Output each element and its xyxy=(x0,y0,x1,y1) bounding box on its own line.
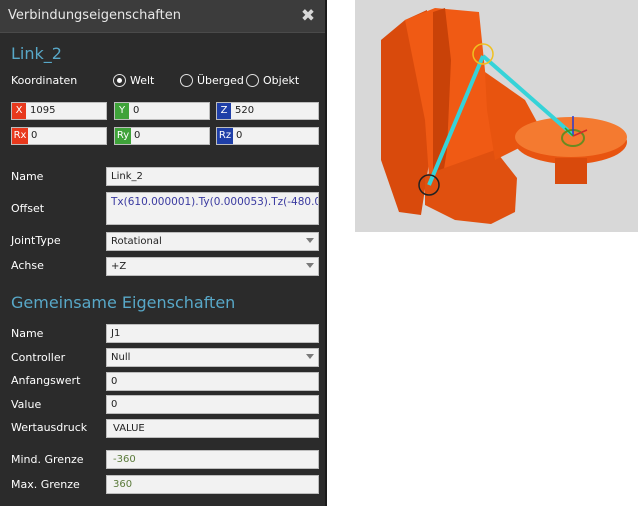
offset-label: Offset xyxy=(11,202,45,215)
properties-panel: Verbindungseigenschaften ✖ Link_2 Koordi… xyxy=(0,0,327,506)
max-limit-label: Max. Grenze xyxy=(11,478,80,491)
radio-object-label: Objekt xyxy=(263,74,300,87)
radio-world-indicator xyxy=(113,74,126,87)
axis-value: +Z xyxy=(111,261,127,272)
common-section-title: Gemeinsame Eigenschaften xyxy=(11,293,236,312)
coordinates-label: Koordinaten xyxy=(11,74,78,87)
name-input[interactable]: Link_2 xyxy=(106,167,319,186)
jointtype-label: JointType xyxy=(11,234,61,247)
rz-tag: Rz xyxy=(217,128,233,144)
max-limit-input[interactable]: 360 xyxy=(106,475,319,494)
x-tag: X xyxy=(12,103,26,119)
link-section-title: Link_2 xyxy=(11,44,62,63)
value-label: Value xyxy=(11,398,42,411)
expression-input[interactable]: VALUE xyxy=(106,419,319,438)
min-limit-label: Mind. Grenze xyxy=(11,453,84,466)
ry-value: 0 xyxy=(134,130,141,141)
x-value: 1095 xyxy=(30,105,56,116)
ry-tag: Ry xyxy=(115,128,131,144)
rx-tag: Rx xyxy=(12,128,28,144)
z-field[interactable]: Z 520 xyxy=(216,102,319,120)
z-tag: Z xyxy=(217,103,231,119)
rz-field[interactable]: Rz 0 xyxy=(216,127,319,145)
rx-value: 0 xyxy=(31,130,38,141)
chevron-down-icon xyxy=(306,238,314,243)
chevron-down-icon xyxy=(306,263,314,268)
close-icon[interactable]: ✖ xyxy=(298,6,318,26)
controller-label: Controller xyxy=(11,351,66,364)
radio-parent-indicator xyxy=(180,74,193,87)
common-name-label: Name xyxy=(11,327,44,340)
jointtype-value: Rotational xyxy=(111,236,162,247)
radio-parent[interactable]: Überged xyxy=(180,74,244,87)
chevron-down-icon xyxy=(306,354,314,359)
window-title: Verbindungseigenschaften xyxy=(8,8,181,23)
initial-input[interactable]: 0 xyxy=(106,372,319,391)
value-input[interactable]: 0 xyxy=(106,395,319,414)
y-tag: Y xyxy=(115,103,129,119)
rx-field[interactable]: Rx 0 xyxy=(11,127,107,145)
min-limit-input[interactable]: -360 xyxy=(106,450,319,469)
axis-select[interactable]: +Z xyxy=(106,257,319,276)
radio-world-label: Welt xyxy=(130,74,155,87)
ry-field[interactable]: Ry 0 xyxy=(114,127,210,145)
3d-viewport[interactable] xyxy=(355,0,638,232)
name-label: Name xyxy=(11,170,44,183)
jointtype-select[interactable]: Rotational xyxy=(106,232,319,251)
radio-object-indicator xyxy=(246,74,259,87)
controller-select[interactable]: Null xyxy=(106,348,319,367)
robot-model xyxy=(381,8,627,224)
radio-object[interactable]: Objekt xyxy=(246,74,299,87)
offset-input[interactable]: Tx(610.000001).Ty(0.000053).Tz(-480.0000… xyxy=(106,192,319,225)
controller-value: Null xyxy=(111,352,131,363)
z-value: 520 xyxy=(235,105,255,116)
y-field[interactable]: Y 0 xyxy=(114,102,210,120)
radio-parent-label: Überged xyxy=(197,74,244,87)
initial-label: Anfangswert xyxy=(11,374,81,387)
radio-world[interactable]: Welt xyxy=(113,74,154,87)
rz-value: 0 xyxy=(236,130,243,141)
y-value: 0 xyxy=(133,105,140,116)
expression-label: Wertausdruck xyxy=(11,421,88,434)
model-turntable-base xyxy=(555,158,587,184)
titlebar: Verbindungseigenschaften ✖ xyxy=(0,0,325,33)
common-name-input[interactable]: J1 xyxy=(106,324,319,343)
model-turntable-top xyxy=(515,117,627,157)
axis-label: Achse xyxy=(11,259,44,272)
x-field[interactable]: X 1095 xyxy=(11,102,107,120)
